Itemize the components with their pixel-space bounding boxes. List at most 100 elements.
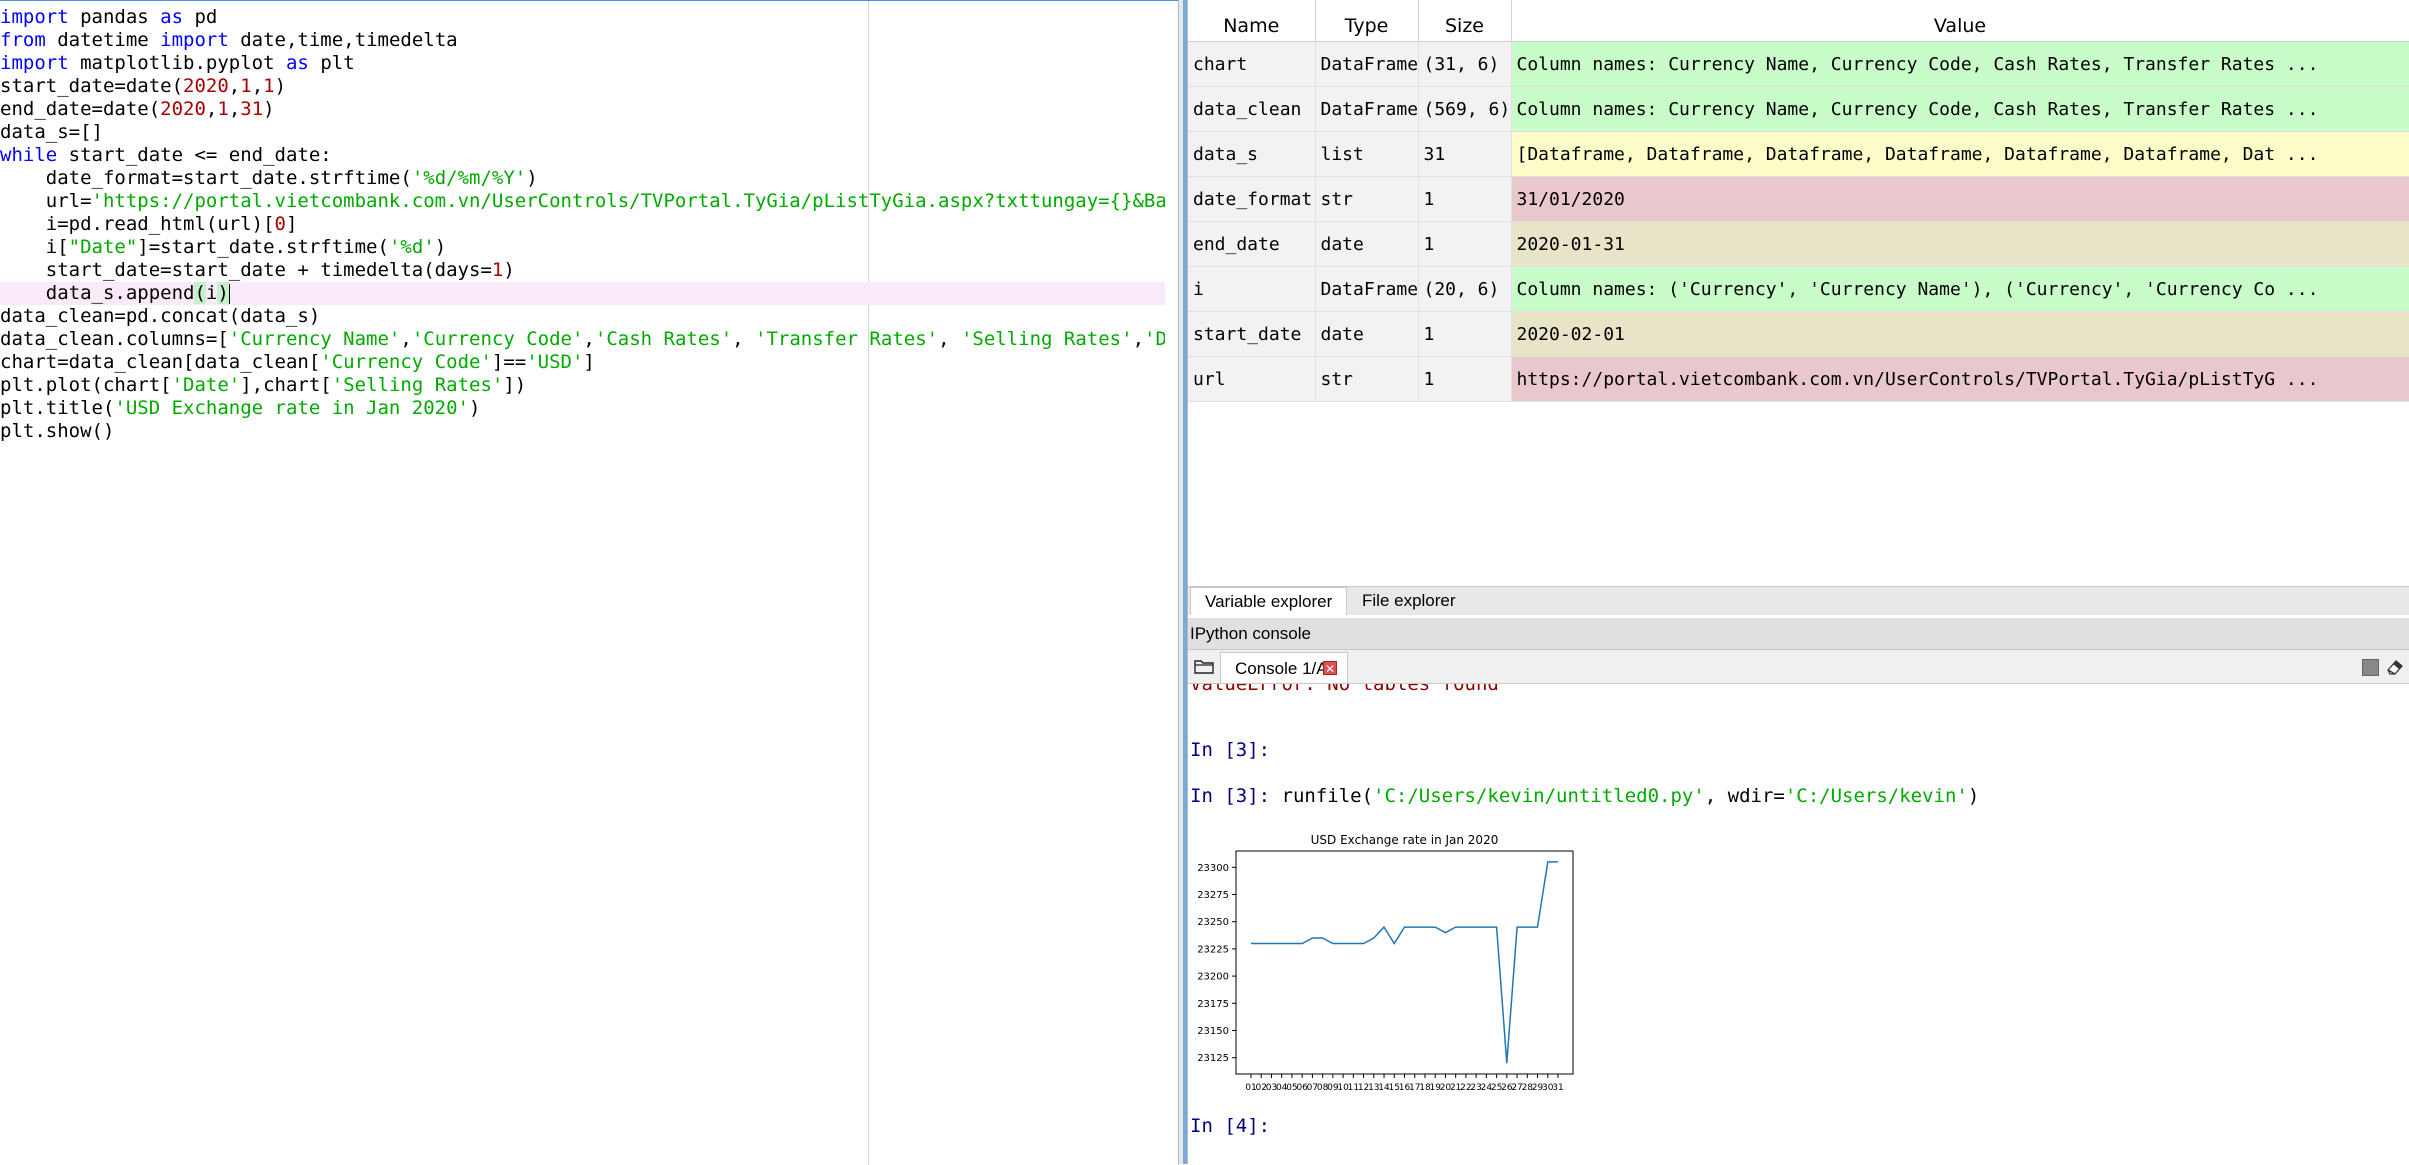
variable-value: 2020-01-31 <box>1511 222 2409 267</box>
variable-value: Column names: ('Currency', 'Currency Nam… <box>1511 267 2409 312</box>
code-token: i[ <box>0 236 69 258</box>
variable-row[interactable]: end_datedate12020-01-31 <box>1188 222 2409 267</box>
code-token: 'Date' <box>172 374 241 396</box>
variable-row[interactable]: data_cleanDataFrame(569, 6)Column names:… <box>1188 87 2409 132</box>
code-line[interactable]: i["Date"]=start_date.strftime('%d') <box>0 236 1165 259</box>
variable-name: i <box>1188 267 1315 312</box>
code-token: 1 <box>263 75 274 97</box>
code-line[interactable]: from datetime import date,time,timedelta <box>0 29 1165 52</box>
code-token: i <box>206 282 217 304</box>
column-header-type[interactable]: Type <box>1315 0 1418 42</box>
code-token: 'Currency Name' <box>229 328 401 350</box>
variable-row[interactable]: date_formatstr131/01/2020 <box>1188 177 2409 222</box>
code-token: plt <box>309 52 355 74</box>
variable-value: 2020-02-01 <box>1511 312 2409 357</box>
tab-console[interactable]: Console 1/A ✕ <box>1220 652 1348 683</box>
tab-variable-explorer[interactable]: Variable explorer <box>1190 587 1347 615</box>
variable-name: chart <box>1188 42 1315 87</box>
code-token: ) <box>503 259 514 281</box>
y-tick-label: 23225 <box>1197 944 1229 955</box>
code-token: end_date=date( <box>0 98 160 120</box>
folder-icon[interactable] <box>1194 658 1214 674</box>
code-token: import <box>0 52 69 74</box>
stop-icon[interactable] <box>2362 659 2379 676</box>
code-line[interactable]: plt.show() <box>0 420 1165 443</box>
y-tick-label: 23125 <box>1197 1053 1229 1064</box>
code-line[interactable]: data_s=[] <box>0 121 1165 144</box>
variable-value: https://portal.vietcombank.com.vn/UserCo… <box>1511 357 2409 402</box>
code-token: data_s.append <box>0 282 194 304</box>
code-token: start_date <= end_date: <box>57 144 332 166</box>
variable-value: 31/01/2020 <box>1511 177 2409 222</box>
code-token: 1 <box>217 98 228 120</box>
variable-explorer: Name Type Size Value chartDataFrame(31, … <box>1188 0 2409 586</box>
variable-type: str <box>1315 177 1418 222</box>
code-line[interactable]: plt.plot(chart['Date'],chart['Selling Ra… <box>0 374 1165 397</box>
code-line[interactable]: end_date=date(2020,1,31) <box>0 98 1165 121</box>
plot-background <box>1188 828 1578 1098</box>
code-line[interactable]: import pandas as pd <box>0 6 1165 29</box>
console-pane-title: IPython console <box>1188 618 2409 650</box>
tab-file-explorer[interactable]: File explorer <box>1348 587 1470 614</box>
code-token: 1 <box>240 75 251 97</box>
code-line[interactable]: start_date=date(2020,1,1) <box>0 75 1165 98</box>
code-token: chart=data_clean[data_clean[ <box>0 351 320 373</box>
code-token: ]) <box>503 374 526 396</box>
variable-row[interactable]: iDataFrame(20, 6)Column names: ('Currenc… <box>1188 267 2409 312</box>
code-line[interactable]: date_format=start_date.strftime('%d/%m/%… <box>0 167 1165 190</box>
console-tab-bar: Console 1/A ✕ <box>1188 650 2409 684</box>
variable-size: 1 <box>1418 357 1511 402</box>
code-line[interactable]: start_date=start_date + timedelta(days=1… <box>0 259 1165 282</box>
code-area[interactable]: import pandas as pdfrom datetime import … <box>0 6 1178 443</box>
code-token: plt.title( <box>0 397 114 419</box>
console-error-line: ValueError: No tables found <box>1190 684 1499 696</box>
code-line[interactable]: plt.title('USD Exchange rate in Jan 2020… <box>0 397 1165 420</box>
code-line[interactable]: data_clean=pd.concat(data_s) <box>0 305 1165 328</box>
code-token: 1 <box>492 259 503 281</box>
console-tab-label: Console 1/A <box>1235 659 1328 678</box>
code-line[interactable]: url='https://portal.vietcombank.com.vn/U… <box>0 190 1165 213</box>
variable-type: list <box>1315 132 1418 177</box>
variable-row[interactable]: data_slist31[Dataframe, Dataframe, Dataf… <box>1188 132 2409 177</box>
close-icon[interactable]: ✕ <box>1323 661 1337 675</box>
console-prompt: In [4]: <box>1190 1114 1270 1138</box>
column-header-value[interactable]: Value <box>1511 0 2409 42</box>
code-line[interactable]: data_s.append(i) <box>0 282 1165 305</box>
variable-type: str <box>1315 357 1418 402</box>
variable-size: 1 <box>1418 177 1511 222</box>
code-token: import <box>0 6 69 28</box>
variable-name: end_date <box>1188 222 1315 267</box>
variable-type: DataFrame <box>1315 87 1418 132</box>
variable-size: 1 <box>1418 312 1511 357</box>
variable-row[interactable]: chartDataFrame(31, 6)Column names: Curre… <box>1188 42 2409 87</box>
code-token: i=pd.read_html(url)[ <box>0 213 275 235</box>
code-token: , <box>229 75 240 97</box>
column-header-size[interactable]: Size <box>1418 0 1511 42</box>
variable-size: (20, 6) <box>1418 267 1511 312</box>
code-token: ) <box>435 236 446 258</box>
variable-name: url <box>1188 357 1315 402</box>
column-header-name[interactable]: Name <box>1188 0 1315 42</box>
console-prompt: In [3]: <box>1190 738 1270 762</box>
variable-table-header: Name Type Size Value <box>1188 0 2409 42</box>
code-token: 'Transfer Rates' <box>755 328 938 350</box>
code-editor[interactable]: import pandas as pdfrom datetime import … <box>0 0 1179 1165</box>
variable-size: (569, 6) <box>1418 87 1511 132</box>
code-token: data_clean.columns=[ <box>0 328 229 350</box>
code-line[interactable]: data_clean.columns=['Currency Name','Cur… <box>0 328 1165 351</box>
pane-splitter-highlight <box>1183 0 1187 1164</box>
code-line[interactable]: i=pd.read_html(url)[0] <box>0 213 1165 236</box>
variable-row[interactable]: start_datedate12020-02-01 <box>1188 312 2409 357</box>
x-tick-label: 31 <box>1552 1083 1563 1093</box>
code-line[interactable]: while start_date <= end_date: <box>0 144 1165 167</box>
runfile-wdir: 'C:/Users/kevin' <box>1785 785 1968 807</box>
variable-row[interactable]: urlstr1https://portal.vietcombank.com.vn… <box>1188 357 2409 402</box>
code-token: ) <box>275 75 286 97</box>
code-token: , <box>1133 328 1144 350</box>
eraser-icon[interactable] <box>2385 658 2405 676</box>
console-prompt: In [3]: <box>1190 785 1270 807</box>
code-line[interactable]: chart=data_clean[data_clean['Currency Co… <box>0 351 1165 374</box>
code-token: ) <box>469 397 480 419</box>
y-tick-label: 23200 <box>1197 972 1229 983</box>
code-line[interactable]: import matplotlib.pyplot as plt <box>0 52 1165 75</box>
